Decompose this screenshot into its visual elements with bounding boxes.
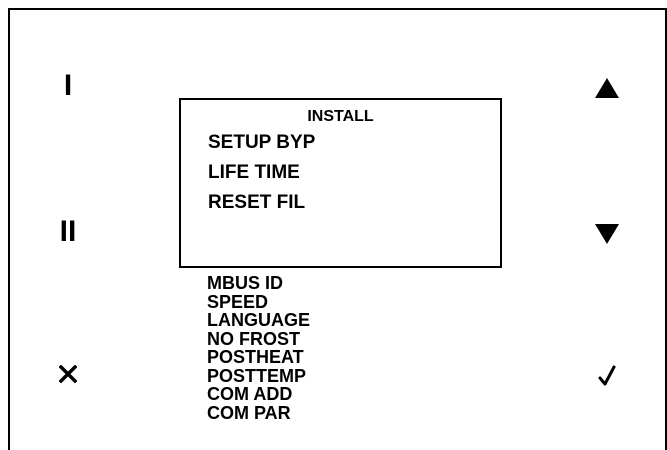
menu-item-speed[interactable]: SPEED	[207, 292, 310, 312]
menu-item-reset-fil[interactable]: RESET FIL	[208, 192, 305, 214]
menu-item-life-time[interactable]: LIFE TIME	[208, 162, 300, 184]
menu-item-language[interactable]: LANGUAGE	[207, 311, 310, 330]
confirm-button[interactable]	[587, 356, 627, 396]
menu-item-mbus-id[interactable]: MBUS ID	[207, 274, 310, 293]
additional-menu-list: MBUS ID SPEED LANGUAGE NO FROST POSTHEAT…	[207, 274, 310, 422]
triangle-down-icon	[595, 224, 619, 244]
screen-title: INSTALL	[307, 108, 374, 125]
menu-item-com-par[interactable]: COM PAR	[207, 403, 310, 423]
triangle-up-icon	[595, 78, 619, 98]
cancel-button[interactable]	[48, 354, 88, 394]
level-2-label: II	[59, 215, 77, 248]
menu-item-posttemp[interactable]: POSTTEMP	[207, 366, 310, 386]
close-icon	[59, 365, 77, 383]
down-button[interactable]	[587, 214, 627, 254]
menu-item-setup-byp[interactable]: SETUP BYP	[208, 132, 315, 154]
level-2-button[interactable]: II	[48, 212, 88, 252]
menu-item-no-frost[interactable]: NO FROST	[207, 329, 310, 349]
checkmark-icon	[598, 365, 616, 386]
display-screen: INSTALL SETUP BYP LIFE TIME RESET FIL	[179, 98, 502, 268]
menu-item-postheat[interactable]: POSTHEAT	[207, 348, 310, 367]
level-1-label: I	[63, 69, 73, 102]
level-1-button[interactable]: I	[48, 66, 88, 106]
up-button[interactable]	[587, 68, 627, 108]
menu-item-com-add[interactable]: COM ADD	[207, 385, 310, 404]
